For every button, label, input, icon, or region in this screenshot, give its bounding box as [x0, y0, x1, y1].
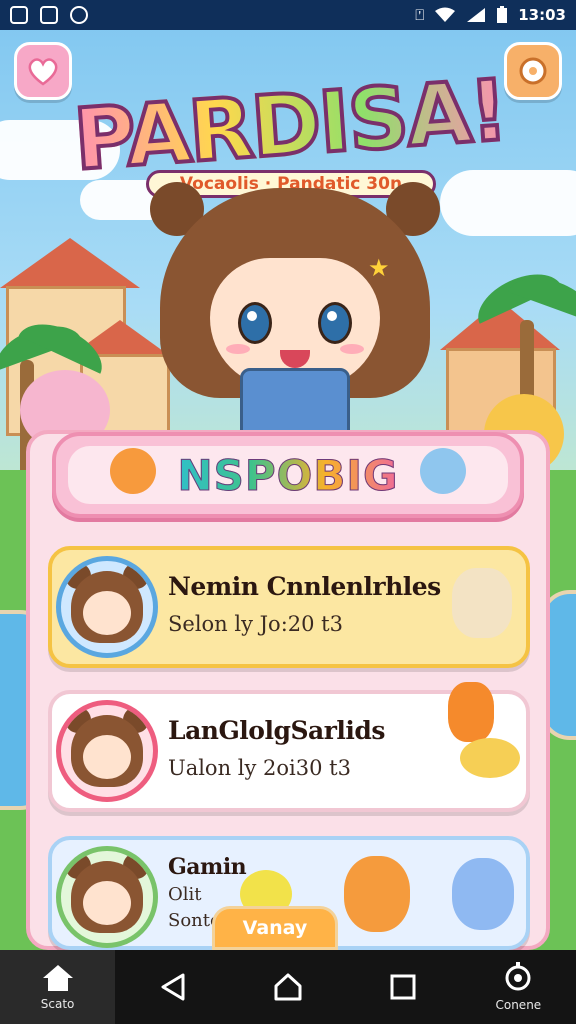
game-logo: PARDISA! Vocaolis · Pandatic 30n [69, 59, 511, 198]
nav-back[interactable] [115, 950, 230, 1024]
gear-icon [519, 57, 547, 85]
star-icon: ★ [368, 254, 390, 282]
settings-button[interactable] [504, 42, 562, 100]
orange-creature-icon [448, 682, 494, 742]
nav-recents[interactable] [346, 950, 461, 1024]
settings-icon [505, 962, 531, 991]
home-circle-icon [274, 973, 302, 1001]
main-character: ★ [150, 182, 440, 438]
home-icon [42, 965, 73, 991]
card-subtitle: Olit [168, 884, 202, 905]
bear-mascot-icon [110, 448, 156, 494]
app-notification-icon [40, 6, 58, 24]
gallery-notification-icon [10, 6, 28, 24]
card-title: Nemin Cnnlenlrhles [168, 572, 441, 601]
blue-mascot-icon [420, 448, 466, 494]
character-avatar [56, 700, 158, 802]
bottom-navigation: Scato Conene [0, 950, 576, 1024]
bear-sticker-icon [452, 568, 512, 638]
banana-icon [460, 738, 520, 778]
wifi-icon [435, 7, 456, 22]
nav-home[interactable]: Scato [0, 950, 116, 1024]
character-avatar [56, 556, 158, 658]
level-card-2[interactable]: LanGlolgSarlids Ualon ly 2oi30 t3 [48, 682, 530, 812]
nav-settings-label: Conene [495, 998, 542, 1012]
card-subtitle: Ualon ly 2oi30 t3 [168, 756, 351, 780]
recents-icon [390, 974, 416, 1000]
clock: 13:03 [518, 6, 566, 24]
card-subtitle: Selon ly Jo:20 t3 [168, 612, 343, 636]
panel-title: NSPOBIG [177, 450, 399, 500]
vibrate-icon: ⍞ [415, 6, 425, 24]
nav-settings[interactable]: Conene [461, 950, 576, 1024]
favorites-button[interactable] [14, 42, 72, 100]
character-avatar [56, 846, 158, 948]
blue-creature-icon [452, 858, 514, 930]
sync-notification-icon [70, 6, 88, 24]
level-card-1[interactable]: Nemin Cnnlenlrhles Selon ly Jo:20 t3 [48, 546, 530, 668]
back-icon [161, 973, 185, 1001]
signal-icon [467, 8, 486, 22]
nav-home-label: Scato [40, 997, 75, 1011]
battery-icon [497, 6, 508, 23]
play-button[interactable]: Vanay [212, 906, 338, 950]
card-title: Gamin [168, 854, 247, 880]
orange-bear-icon [344, 856, 410, 932]
nav-home-system[interactable] [230, 950, 345, 1024]
status-bar: ⍞ 13:03 [0, 0, 576, 30]
heart-icon [28, 58, 58, 86]
card-title: LanGlolgSarlids [168, 716, 385, 745]
